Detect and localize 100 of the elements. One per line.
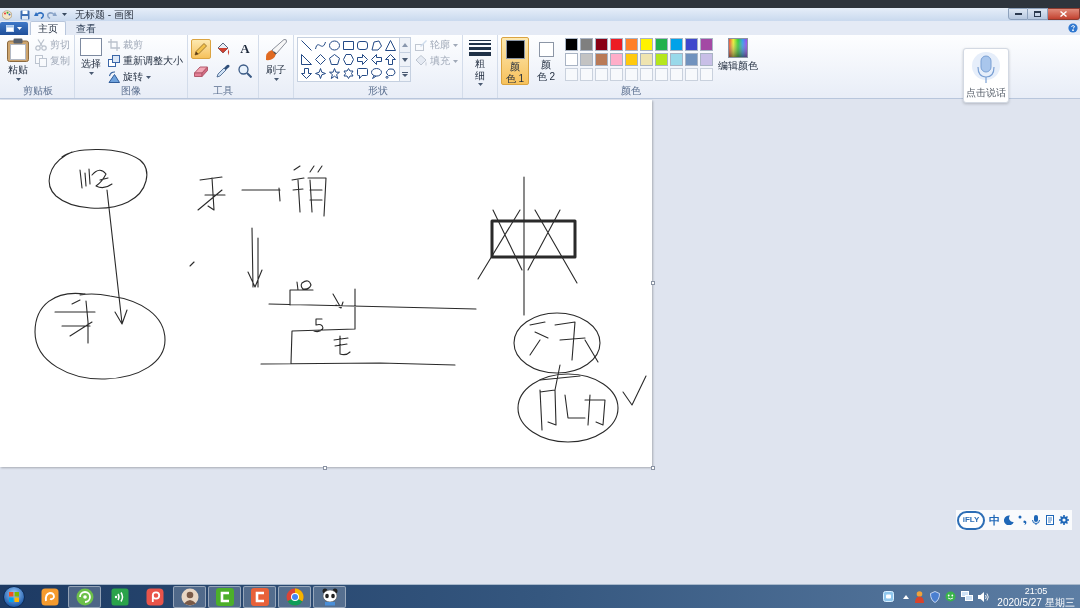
swatch-icon[interactable] — [625, 53, 638, 66]
swatch-icon[interactable] — [700, 53, 713, 66]
resize-handle[interactable] — [323, 466, 327, 470]
start-orb-icon[interactable] — [3, 585, 25, 608]
ribbon-tab[interactable]: 主页 — [30, 21, 66, 35]
rounded-rectangle-shape-icon[interactable] — [357, 40, 368, 51]
resize-handle[interactable] — [651, 281, 655, 285]
caret-icon[interactable] — [15, 78, 21, 81]
resize-handle[interactable] — [651, 466, 655, 470]
caret-icon[interactable] — [146, 75, 151, 79]
taskbar-button[interactable] — [68, 585, 101, 608]
help-icon[interactable] — [1068, 23, 1078, 33]
cloud-callout-icon[interactable] — [385, 68, 396, 79]
input-mode-toggle[interactable]: 中 — [989, 514, 1000, 526]
oval-callout-icon[interactable] — [371, 68, 382, 79]
pentagon-shape-icon[interactable] — [329, 54, 340, 65]
shield-icon[interactable] — [930, 590, 940, 603]
diamond-shape-icon[interactable] — [315, 54, 326, 65]
magnifier-button[interactable] — [235, 61, 255, 81]
network-icon[interactable] — [961, 591, 973, 602]
edit-colors-button[interactable]: 编辑颜色 — [716, 37, 760, 72]
rotate-button[interactable]: 旋转 — [107, 69, 184, 85]
four-point-star-icon[interactable] — [315, 68, 326, 79]
minimize-button[interactable] — [1008, 8, 1028, 20]
smiley-icon[interactable] — [945, 591, 956, 602]
voice-input-card[interactable]: 点击说话 — [963, 48, 1009, 103]
right-arrow-shape-icon[interactable] — [357, 54, 368, 65]
rectangle-shape-icon[interactable] — [343, 40, 354, 51]
swatch-icon[interactable] — [685, 38, 698, 51]
arrow-up-icon[interactable] — [903, 594, 909, 599]
volume-icon[interactable] — [978, 591, 989, 602]
up-arrow-shape-icon[interactable] — [385, 54, 396, 65]
file-menu-button[interactable] — [0, 22, 28, 35]
color-slot-button[interactable]: 颜色 1 — [501, 37, 529, 85]
moon-icon[interactable] — [1004, 515, 1014, 525]
left-arrow-shape-icon[interactable] — [371, 54, 382, 65]
swatch-icon[interactable] — [565, 38, 578, 51]
undo-icon[interactable] — [34, 10, 44, 19]
five-point-star-icon[interactable] — [329, 68, 340, 79]
clock-date[interactable]: 2020/5/27 星期三 — [997, 596, 1075, 608]
down-arrow-shape-icon[interactable] — [301, 68, 312, 79]
save-icon[interactable] — [20, 9, 30, 20]
six-point-star-icon[interactable] — [343, 68, 354, 79]
polygon-shape-icon[interactable] — [371, 40, 382, 51]
keyboard-icon[interactable] — [1045, 515, 1055, 525]
caret-icon[interactable] — [477, 83, 483, 86]
ime-logo[interactable]: iFLY — [957, 510, 985, 530]
swatch-icon[interactable] — [610, 38, 623, 51]
swatch-icon[interactable] — [640, 53, 653, 66]
taskbar-button[interactable] — [313, 585, 346, 608]
swatch-icon[interactable] — [595, 38, 608, 51]
scissors-icon — [35, 39, 47, 51]
caret-icon[interactable] — [88, 72, 94, 75]
swatch-icon[interactable] — [700, 38, 713, 51]
clock-time[interactable]: 21:05 — [1024, 585, 1048, 597]
swatch-icon[interactable] — [580, 38, 593, 51]
rounded-callout-icon[interactable] — [357, 68, 368, 79]
taskbar-button[interactable] — [173, 585, 206, 608]
resize-button[interactable]: 重新调整大小 — [107, 53, 184, 69]
paint-palette-icon — [2, 9, 12, 20]
taskbar-button[interactable] — [278, 585, 311, 608]
microphone-icon[interactable] — [1031, 515, 1041, 525]
punctuation-icon[interactable] — [1018, 515, 1027, 525]
color-slot-button[interactable]: 颜色 2 — [532, 37, 560, 85]
swatch-icon[interactable] — [655, 53, 668, 66]
swatch-icon[interactable] — [565, 53, 578, 66]
close-button[interactable] — [1048, 8, 1080, 20]
avatar-icon — [180, 587, 199, 606]
swatch-icon[interactable] — [655, 38, 668, 51]
caret-icon[interactable] — [17, 27, 22, 30]
swatch-icon[interactable] — [610, 53, 623, 66]
window-icon — [6, 25, 14, 32]
group-label: 形状 — [367, 85, 389, 98]
ime-icon[interactable] — [883, 591, 894, 602]
taskbar-button[interactable] — [208, 585, 241, 608]
swatch-icon[interactable] — [580, 53, 593, 66]
oval-shape-icon[interactable] — [329, 40, 340, 51]
ribbon-tab[interactable]: 查看 — [68, 21, 104, 35]
brushes-button[interactable]: 刷子 — [262, 37, 290, 81]
swatch-icon[interactable] — [670, 53, 683, 66]
swatch-icon[interactable] — [640, 38, 653, 51]
hexagon-shape-icon[interactable] — [343, 54, 354, 65]
swatch-icon[interactable] — [685, 53, 698, 66]
minimize-icon — [1014, 13, 1022, 15]
paste-button[interactable]: 粘贴 — [5, 37, 31, 81]
settings-icon[interactable] — [1059, 515, 1069, 525]
line-shape-icon[interactable] — [301, 40, 312, 51]
caret-icon[interactable] — [273, 78, 279, 81]
curve-shape-icon[interactable] — [315, 40, 326, 51]
text-tool-button[interactable]: A — [235, 39, 255, 59]
caret-icon[interactable] — [62, 13, 67, 16]
swatch-icon[interactable] — [625, 38, 638, 51]
select-button[interactable]: 选择 — [78, 37, 104, 75]
size-button[interactable]: 粗细 — [466, 37, 494, 86]
taskbar-button[interactable] — [243, 585, 276, 608]
swatch-icon[interactable] — [595, 53, 608, 66]
right-triangle-shape-icon[interactable] — [301, 54, 312, 65]
triangle-shape-icon[interactable] — [385, 40, 396, 51]
swatch-icon[interactable] — [670, 38, 683, 51]
maximize-button[interactable] — [1028, 8, 1048, 20]
